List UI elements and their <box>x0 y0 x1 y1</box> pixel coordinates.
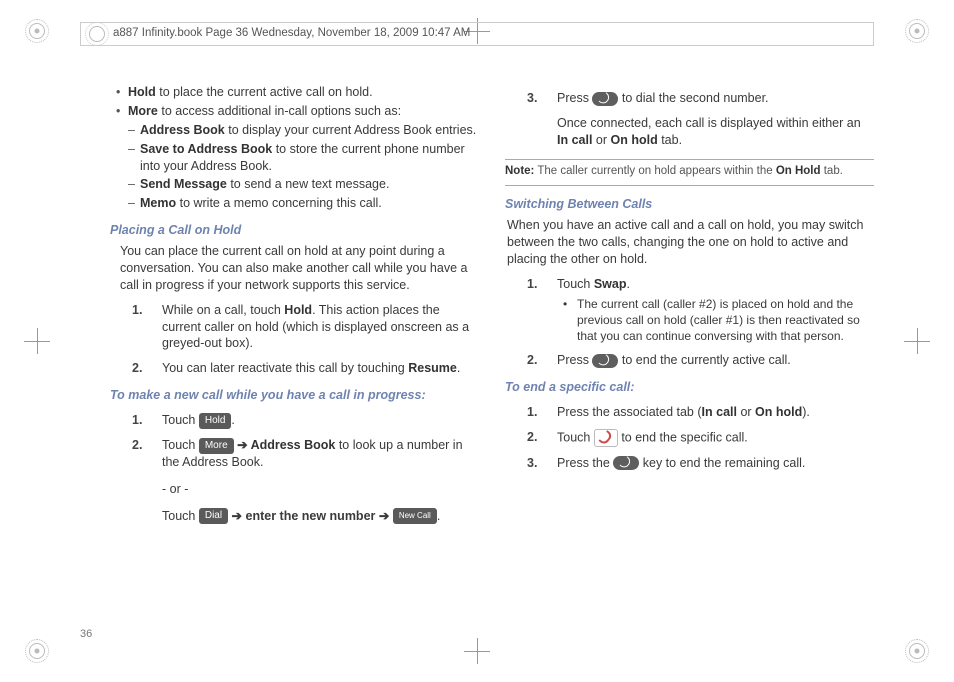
step-number: 3. <box>527 455 537 472</box>
end-key-icon <box>592 354 618 368</box>
step-number: 2. <box>132 437 142 454</box>
or-separator: - or - <box>162 481 479 498</box>
paragraph: When you have an active call and a call … <box>507 217 874 268</box>
dial-button-icon: Dial <box>199 508 228 524</box>
end-call-icon <box>594 429 618 447</box>
step-item: 2. Touch to end the specific call. <box>505 429 874 447</box>
send-key-icon <box>592 92 618 106</box>
hold-button-icon: Hold <box>199 413 232 429</box>
section-heading: To make a new call while you have a call… <box>110 387 479 404</box>
crop-mark <box>24 18 50 44</box>
list-item: Send Message to send a new text message. <box>110 176 479 193</box>
divider <box>505 159 874 160</box>
step-number: 2. <box>132 360 142 377</box>
step-number: 1. <box>132 412 142 429</box>
section-heading: Switching Between Calls <box>505 196 874 213</box>
step-number: 3. <box>527 90 537 107</box>
crop-mark <box>24 638 50 664</box>
left-column: Hold to place the current active call on… <box>110 82 479 602</box>
step-item: 3. Press to dial the second number. Once… <box>505 90 874 149</box>
step-number: 1. <box>132 302 142 319</box>
end-key-icon <box>613 456 639 470</box>
crop-mark <box>464 638 490 664</box>
more-button-icon: More <box>199 438 234 454</box>
list-item: The current call (caller #2) is placed o… <box>557 296 874 345</box>
list-item: Memo to write a memo concerning this cal… <box>110 195 479 212</box>
step-number: 2. <box>527 352 537 369</box>
crop-mark <box>904 328 930 354</box>
page-number: 36 <box>80 627 92 642</box>
step-item: 2. Press to end the currently active cal… <box>505 352 874 369</box>
step-item: 1. While on a call, touch Hold. This act… <box>110 302 479 353</box>
right-column: 3. Press to dial the second number. Once… <box>505 82 874 602</box>
list-item: Address Book to display your current Add… <box>110 122 479 139</box>
section-heading: Placing a Call on Hold <box>110 222 479 239</box>
step-item: 2. Touch More ➔ Address Book to look up … <box>110 437 479 525</box>
step-number: 1. <box>527 404 537 421</box>
step-item: 1. Press the associated tab (In call or … <box>505 404 874 421</box>
section-heading: To end a specific call: <box>505 379 874 396</box>
note: Note: The caller currently on hold appea… <box>505 164 874 180</box>
list-item: More to access additional in-call option… <box>110 103 479 120</box>
header-ornament-icon <box>89 26 105 42</box>
step-item: 3. Press the key to end the remaining ca… <box>505 455 874 472</box>
step-alt: Touch Dial ➔ enter the new number ➔ New … <box>162 508 479 525</box>
paragraph: Once connected, each call is displayed w… <box>557 115 874 149</box>
crop-mark <box>904 18 930 44</box>
crop-mark <box>904 638 930 664</box>
page-header: a887 Infinity.book Page 36 Wednesday, No… <box>80 22 874 46</box>
list-item: Hold to place the current active call on… <box>110 84 479 101</box>
step-item: 1. Touch Hold. <box>110 412 479 429</box>
divider <box>505 185 874 186</box>
header-text: a887 Infinity.book Page 36 Wednesday, No… <box>113 26 470 42</box>
paragraph: You can place the current call on hold a… <box>120 243 479 294</box>
list-item: Save to Address Book to store the curren… <box>110 141 479 175</box>
step-number: 2. <box>527 429 537 446</box>
step-item: 1. Touch Swap. The current call (caller … <box>505 276 874 344</box>
crop-mark <box>24 328 50 354</box>
step-number: 1. <box>527 276 537 293</box>
step-item: 2. You can later reactivate this call by… <box>110 360 479 377</box>
new-call-button-icon: New Call <box>393 508 437 524</box>
